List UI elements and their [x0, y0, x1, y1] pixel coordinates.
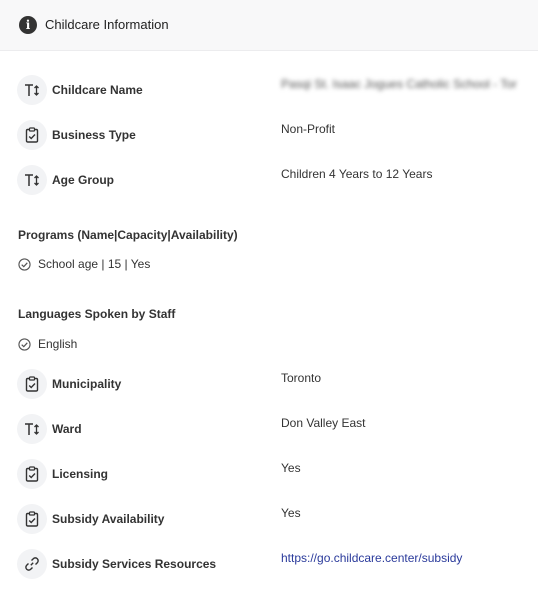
- field-subsidy-services-resources: Subsidy Services Resources https://go.ch…: [0, 549, 538, 585]
- info-icon: i: [19, 16, 37, 34]
- check-circle-icon: [18, 338, 31, 351]
- field-business-type: Business Type Non-Profit: [0, 120, 538, 156]
- ward-value: Don Valley East: [281, 416, 366, 430]
- age-group-value: Children 4 Years to 12 Years: [281, 167, 433, 181]
- childcare-information-card: i Childcare Information Childcare Name P…: [0, 0, 538, 593]
- field-label: Business Type: [52, 128, 136, 142]
- field-label: Subsidy Services Resources: [52, 557, 217, 571]
- clipboard-icon: [17, 369, 47, 399]
- link-icon: [17, 549, 47, 579]
- business-type-value: Non-Profit: [281, 122, 336, 136]
- field-licensing: Licensing Yes: [0, 459, 538, 495]
- field-childcare-name: Childcare Name Pasqi St. Isaac Jogues Ca…: [0, 75, 538, 111]
- language-item-text: English: [38, 337, 78, 351]
- municipality-value: Toronto: [281, 371, 322, 385]
- field-municipality: Municipality Toronto: [0, 369, 538, 405]
- text-icon: [17, 75, 47, 105]
- languages-title: Languages Spoken by Staff: [18, 307, 176, 321]
- clipboard-icon: [17, 120, 47, 150]
- field-label: Municipality: [52, 377, 122, 391]
- field-label: Childcare Name: [52, 83, 143, 97]
- text-icon: [17, 165, 47, 195]
- check-circle-icon: [18, 258, 31, 271]
- subsidy-availability-value: Yes: [281, 506, 301, 520]
- field-label: Licensing: [52, 467, 109, 481]
- programs-title: Programs (Name|Capacity|Availability): [18, 228, 238, 242]
- childcare-name-value: Pasqi St. Isaac Jogues Catholic School -…: [281, 77, 517, 91]
- field-age-group: Age Group Children 4 Years to 12 Years: [0, 165, 538, 201]
- field-label: Subsidy Availability: [52, 512, 165, 526]
- program-item-text: School age | 15 | Yes: [38, 257, 151, 271]
- field-label: Ward: [52, 422, 82, 436]
- field-ward: Ward Don Valley East: [0, 414, 538, 450]
- clipboard-icon: [17, 459, 47, 489]
- subsidy-services-link[interactable]: https://go.childcare.center/subsidy: [281, 551, 462, 565]
- licensing-value: Yes: [281, 461, 301, 475]
- card-header: i Childcare Information: [0, 0, 538, 51]
- text-icon: [17, 414, 47, 444]
- card-title: Childcare Information: [45, 17, 169, 32]
- clipboard-icon: [17, 504, 47, 534]
- field-label: Age Group: [52, 173, 114, 187]
- field-subsidy-availability: Subsidy Availability Yes: [0, 504, 538, 540]
